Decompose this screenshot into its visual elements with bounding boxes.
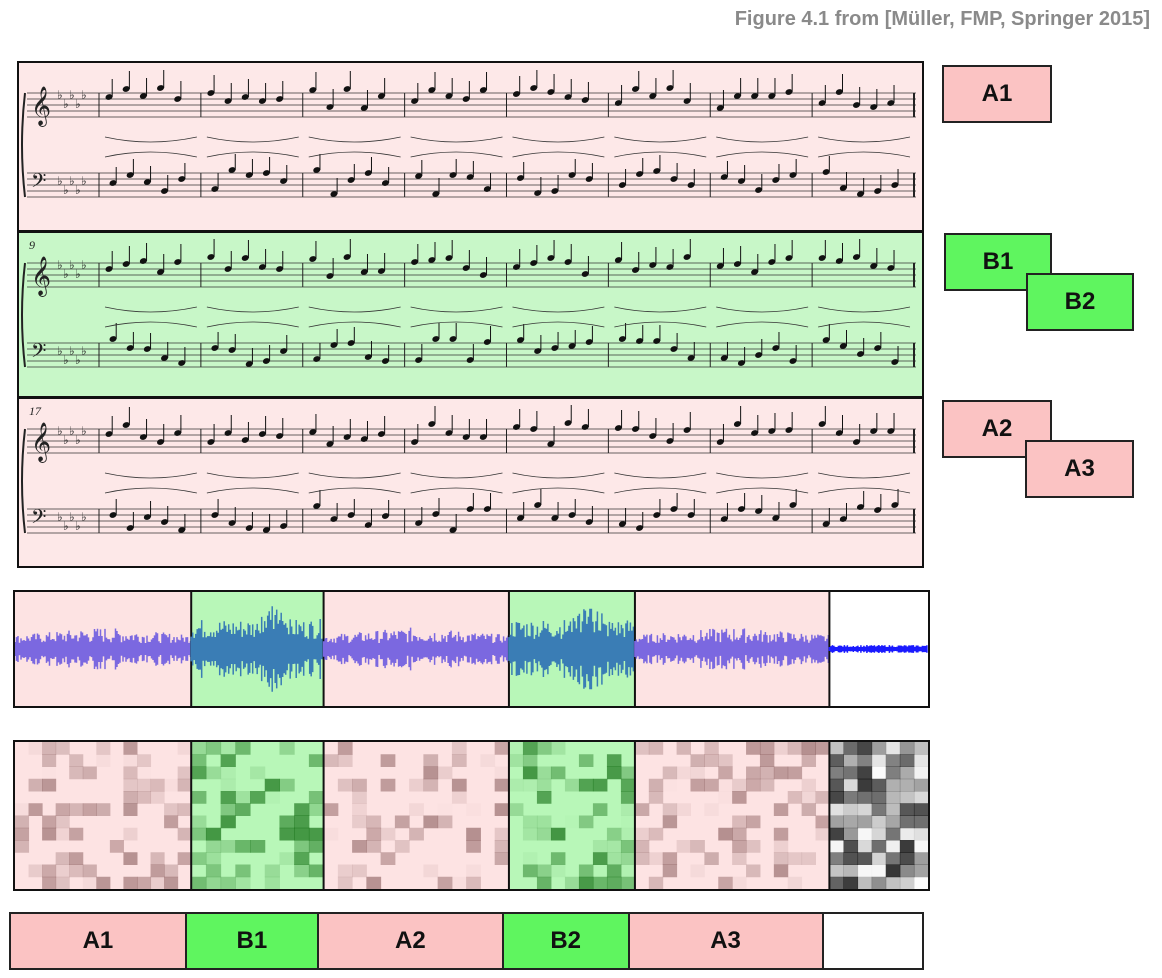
segment-label: B2 [550,927,582,954]
segment-a1: A1 [11,914,187,968]
chromagram-panel [13,740,930,891]
svg-text:𝄞: 𝄞 [31,422,51,463]
label-b2: B2 [1026,273,1134,331]
svg-text:♭: ♭ [69,344,75,358]
waveform-plot [15,592,928,706]
svg-text:♭: ♭ [63,353,69,367]
segment-label: A3 [710,927,741,954]
svg-text:♭: ♭ [57,510,63,524]
chromagram-plot [15,742,928,889]
svg-text:♭: ♭ [63,519,69,533]
svg-text:𝄢: 𝄢 [31,339,46,367]
svg-text:♭: ♭ [81,174,87,188]
score-system-a1: 𝄞 𝄢 ♭ ♭ ♭ ♭ ♭ ♭ ♭ ♭ ♭ ♭ [17,61,924,232]
svg-text:♭: ♭ [75,519,81,533]
svg-text:♭: ♭ [75,97,81,111]
label-a3-text: A3 [1064,455,1095,482]
measure-number: 17 [29,404,42,418]
waveform-segment [828,645,928,653]
svg-text:♭: ♭ [63,267,69,281]
figure-caption: Figure 4.1 from [Müller, FMP, Springer 2… [734,8,1150,30]
svg-text:♭: ♭ [63,97,69,111]
label-b2-text: B2 [1064,288,1096,315]
score-notation: 𝄞𝄢♭♭♭♭♭♭♭♭♭♭17 [19,399,922,566]
svg-text:♭: ♭ [81,424,87,438]
svg-text:𝄞: 𝄞 [31,256,51,297]
score-system-a2: 𝄞 𝄢 ♭ ♭ ♭ ♭ ♭ ♭ ♭ ♭ ♭ ♭ 17 [17,397,924,568]
segment-a2: A2 [318,914,504,968]
svg-text:♭: ♭ [63,183,69,197]
segment-label: A2 [395,927,426,954]
segment-label: B1 [236,927,268,954]
svg-text:♭: ♭ [69,258,75,272]
svg-text:𝄢: 𝄢 [31,505,46,533]
label-a2-text: A2 [981,415,1013,442]
svg-text:♭: ♭ [69,510,75,524]
svg-text:♭: ♭ [57,258,63,272]
svg-text:♭: ♭ [75,183,81,197]
svg-text:♭: ♭ [81,258,87,272]
segment-a3: A3 [629,914,824,968]
score-notation: 𝄞𝄢♭♭♭♭♭♭♭♭♭♭ [19,63,922,230]
svg-text:♭: ♭ [75,267,81,281]
svg-text:♭: ♭ [57,424,63,438]
svg-text:♭: ♭ [81,344,87,358]
label-a1-text: A1 [981,80,1013,107]
svg-text:♭: ♭ [57,344,63,358]
svg-text:♭: ♭ [81,510,87,524]
label-b1-text: B1 [982,248,1014,275]
svg-text:♭: ♭ [69,174,75,188]
svg-text:♭: ♭ [69,88,75,102]
svg-text:♭: ♭ [63,433,69,447]
segment-b1: B1 [186,914,319,968]
waveform-panel [13,590,930,708]
segment-silence [823,914,922,968]
score-notation: 𝄞𝄢♭♭♭♭♭♭♭♭♭♭9 [19,233,922,396]
svg-text:♭: ♭ [75,433,81,447]
svg-text:♭: ♭ [57,174,63,188]
measure-number: 9 [29,238,35,252]
svg-text:𝄢: 𝄢 [31,169,46,197]
segment-label: A1 [82,927,114,954]
segment-b2: B2 [503,914,630,968]
svg-text:♭: ♭ [57,88,63,102]
label-a3: A3 [1025,440,1134,498]
svg-text:𝄞: 𝄞 [31,86,51,127]
svg-text:♭: ♭ [75,353,81,367]
score-system-b1: 𝄞 𝄢 ♭ ♭ ♭ ♭ ♭ ♭ ♭ ♭ ♭ ♭ 9 [17,231,924,398]
label-a1: A1 [942,65,1052,123]
svg-text:♭: ♭ [81,88,87,102]
svg-text:♭: ♭ [69,424,75,438]
segmentation-bar: A1 B1 A2 B2 A3 [9,912,924,970]
